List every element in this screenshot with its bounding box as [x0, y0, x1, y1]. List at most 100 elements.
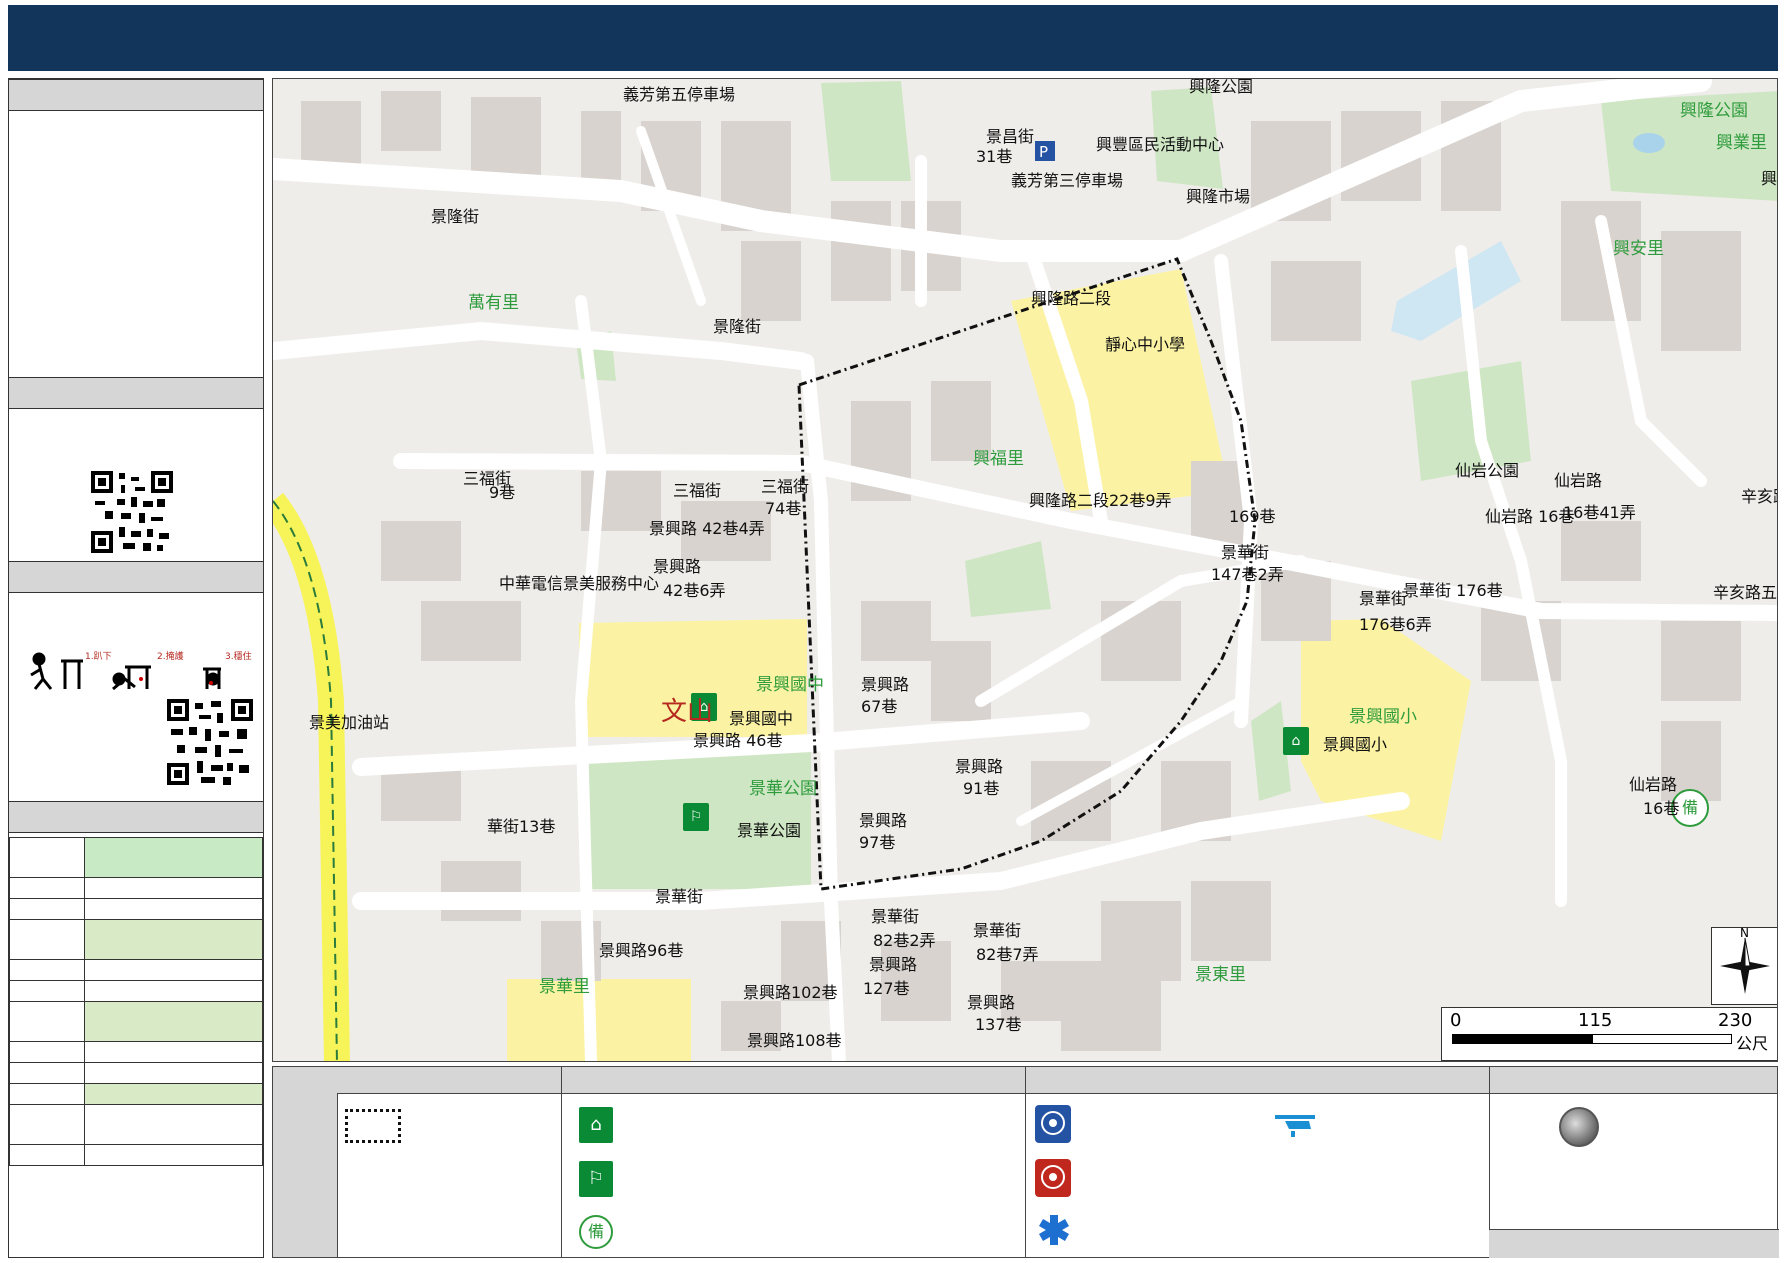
- qr-code-2[interactable]: [167, 699, 253, 785]
- scale-zero: 0: [1450, 1010, 1462, 1031]
- map-label: 景華街: [973, 921, 1022, 940]
- map-label: 91巷: [963, 779, 1000, 798]
- map-label: 景興路108巷: [747, 1031, 842, 1050]
- map-label: 景興路102巷: [743, 983, 838, 1002]
- map-label: 三福街: [761, 477, 810, 496]
- map-label: 景興路: [653, 557, 702, 576]
- panel-header-4: [9, 801, 263, 833]
- map-label: 仙岩路: [1554, 471, 1603, 490]
- map-label: 137巷: [975, 1015, 1022, 1034]
- map-label: 景興國小: [1349, 707, 1417, 727]
- map-label: 三福街: [673, 481, 722, 500]
- map-label: 靜心中小學: [1105, 335, 1186, 354]
- map-label: 辛亥路五段124巷: [1713, 583, 1778, 602]
- drill-step-3: 3.穩住: [225, 652, 252, 662]
- map-label: 16巷: [1643, 799, 1680, 818]
- map-label: 景華公園: [737, 821, 802, 840]
- shelter-icon-jingxing-elementary[interactable]: ⌂: [1283, 727, 1309, 755]
- helipad-icon: [1271, 1111, 1321, 1139]
- map-label: 興豐區民活動中心: [1096, 135, 1225, 154]
- title-bar: [8, 5, 1778, 71]
- map-label: 景興路: [967, 993, 1016, 1012]
- left-panel: 1.趴下 2.掩護 3.穩住: [8, 78, 264, 1258]
- panel-header-1: [9, 79, 263, 111]
- map-label: 興隆市場: [1186, 187, 1251, 206]
- svg-text:P: P: [1039, 143, 1048, 161]
- map-label: 97巷: [859, 833, 896, 852]
- panel-header-3: [9, 561, 263, 593]
- map-label: 景華街: [871, 907, 920, 926]
- fire-station-icon: [1035, 1159, 1071, 1197]
- map-label: 景興路96巷: [599, 941, 684, 960]
- map-label: 景華公園: [749, 779, 817, 799]
- map-label: 景隆街: [431, 207, 480, 226]
- map-label: 82巷2弄: [873, 931, 936, 950]
- legend: ⌂ ⚐ 備: [272, 1066, 1779, 1258]
- map-label: 興安里: [1613, 239, 1664, 259]
- drill-step-2: 2.掩護: [157, 652, 184, 662]
- map-label: 興隆路二段: [1031, 289, 1112, 308]
- map-label: 127巷: [863, 979, 910, 998]
- map-label: 景興路 46巷: [693, 731, 783, 750]
- map-label: 華街13巷: [487, 817, 556, 836]
- police-icon: [1035, 1105, 1071, 1143]
- map-label: 176巷6弄: [1359, 615, 1432, 634]
- map-label: 景興路: [859, 811, 908, 830]
- map-label: 景東里: [1195, 965, 1246, 985]
- map-label: 仙岩公園: [1455, 461, 1520, 480]
- scale-max: 230: [1718, 1010, 1753, 1031]
- map-view[interactable]: P ⌂ ⌂ ⚐ 備 義芳第五停車場 興隆公園 景昌街 31巷 興豐區民活動中心 義芳第三停…: [272, 78, 1778, 1062]
- map-label: 9巷: [489, 483, 516, 502]
- legend-footer-cell: [1489, 1229, 1779, 1258]
- map-label: 仙岩路: [1629, 775, 1678, 794]
- map-label: 景華街: [1221, 543, 1270, 562]
- map-label: 景隆街: [713, 317, 762, 336]
- map-label: 31巷: [976, 147, 1013, 166]
- map-label: 興業里: [1716, 133, 1767, 153]
- drill-step-1: 1.趴下: [85, 652, 112, 662]
- map-label: 興福里: [973, 449, 1024, 469]
- evacuation-icon-jinghua-park[interactable]: ⚐: [683, 803, 709, 831]
- map-label: 興隆: [1761, 169, 1778, 188]
- info-table: [9, 837, 263, 1166]
- map-label: 82巷7弄: [976, 945, 1039, 964]
- map-label: 景美加油站: [309, 713, 390, 732]
- scale-unit: 公尺: [1736, 1034, 1769, 1053]
- scale-bar: 0 115 230 公尺: [1441, 1007, 1777, 1061]
- north-label: N: [1740, 926, 1749, 940]
- map-label: 景興路: [955, 757, 1004, 776]
- map-canvas[interactable]: P: [273, 79, 1778, 1062]
- shelter-legend-icon: ⌂: [579, 1107, 613, 1143]
- map-label: 景興路 42巷4弄: [649, 519, 765, 538]
- panel-header-2: [9, 377, 263, 409]
- north-arrow: N: [1711, 926, 1777, 1005]
- map-label: 文山: [661, 697, 714, 727]
- legend-side-header: [273, 1067, 338, 1257]
- map-label: 仙岩路 16巷: [1485, 507, 1575, 526]
- map-label: 辛亥路五: [1741, 487, 1777, 506]
- map-label: 景興國中: [756, 675, 824, 695]
- map-label: 42巷6弄: [663, 581, 726, 600]
- qr-code[interactable]: [91, 471, 173, 553]
- map-label: 景華街: [1359, 589, 1408, 608]
- scale-mid: 115: [1578, 1010, 1613, 1031]
- map-label: 景華里: [539, 977, 590, 997]
- map-label: 義芳第三停車場: [1011, 171, 1124, 190]
- map-label: 景華街 176巷: [1403, 581, 1503, 600]
- map-label: 景華街: [655, 887, 704, 906]
- map-label: 興隆公園: [1680, 101, 1748, 121]
- map-label: 景興國中: [729, 709, 794, 728]
- map-label: 67巷: [861, 697, 898, 716]
- map-label: 萬有里: [468, 293, 519, 313]
- reserve-legend-icon: 備: [579, 1215, 613, 1249]
- map-label: 中華電信景美服務中心: [499, 574, 660, 593]
- gray-circle-symbol: [1559, 1107, 1599, 1147]
- map-label: 義芳第五停車場: [623, 85, 736, 104]
- map-label: 74巷: [765, 499, 802, 518]
- map-label: 147巷2弄: [1211, 565, 1284, 584]
- earthquake-drill-graphic: 1.趴下 2.掩護 3.穩住: [21, 649, 261, 699]
- boundary-symbol: [345, 1109, 401, 1143]
- map-label: 景興路: [869, 955, 918, 974]
- evacuation-legend-icon: ⚐: [579, 1161, 613, 1197]
- map-label: 169巷: [1229, 507, 1276, 526]
